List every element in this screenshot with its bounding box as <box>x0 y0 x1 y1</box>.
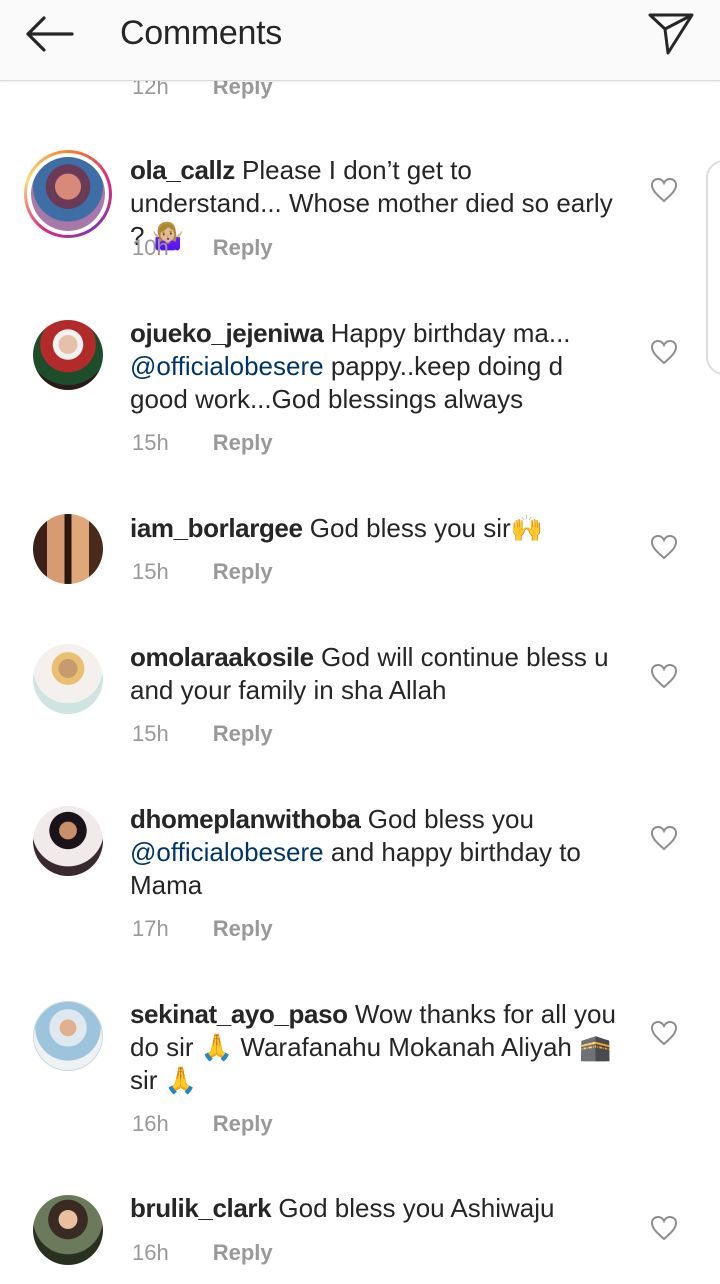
avatar[interactable] <box>33 1001 103 1071</box>
comment-message: God bless you sir🙌 <box>309 513 544 543</box>
comment-meta: 15h Reply <box>132 721 273 747</box>
timestamp: 17h <box>132 916 169 941</box>
avatar[interactable] <box>33 806 103 876</box>
heart-outline-icon[interactable] <box>650 663 678 689</box>
username[interactable]: ojueko_jejeniwa <box>130 318 324 348</box>
comment-text: iam_borlargee God bless you sir🙌 <box>130 512 620 545</box>
timestamp: 10h <box>132 235 169 260</box>
heart-outline-icon[interactable] <box>650 825 678 851</box>
timestamp: 15h <box>132 559 169 584</box>
comment-text: dhomeplanwithoba God bless you @official… <box>130 803 620 902</box>
share-button[interactable] <box>642 8 700 58</box>
username[interactable]: dhomeplanwithoba <box>130 804 361 834</box>
heart-outline-icon[interactable] <box>650 1020 678 1046</box>
avatar[interactable] <box>33 320 103 390</box>
comment-text: ojueko_jejeniwa Happy birthday ma... @of… <box>130 317 620 416</box>
avatar[interactable] <box>33 514 103 584</box>
heart-outline-icon[interactable] <box>650 339 678 365</box>
mention-link[interactable]: @officialobesere <box>130 351 324 381</box>
username[interactable]: sekinat_ayo_paso <box>130 999 348 1029</box>
comment-meta: 10h Reply <box>132 235 273 261</box>
arrow-left-icon <box>26 16 74 52</box>
reply-button[interactable]: Reply <box>213 916 273 941</box>
reply-button[interactable]: Reply <box>213 721 273 746</box>
username[interactable]: ola_callz <box>130 155 235 185</box>
reply-button[interactable]: Reply <box>213 1111 273 1136</box>
top-bar: Comments <box>0 0 720 81</box>
heart-outline-icon[interactable] <box>650 177 678 203</box>
avatar[interactable] <box>33 644 103 714</box>
comment-message: Happy birthday ma... <box>330 318 571 348</box>
comment-text: sekinat_ayo_paso Wow thanks for all you … <box>130 998 620 1097</box>
reply-button[interactable]: Reply <box>213 1240 273 1265</box>
comment-meta: 15h Reply <box>132 559 273 585</box>
comment-message: God bless you <box>367 804 534 834</box>
comment-meta: 16h Reply <box>132 1111 273 1137</box>
comment-meta: 15h Reply <box>132 430 273 456</box>
reply-button[interactable]: Reply <box>213 559 273 584</box>
reply-button[interactable]: Reply <box>213 235 273 260</box>
paper-plane-icon <box>648 13 694 55</box>
reply-button[interactable]: Reply <box>213 430 273 455</box>
heart-outline-icon[interactable] <box>650 1215 678 1241</box>
timestamp: 15h <box>132 430 169 455</box>
page-title: Comments <box>120 14 282 52</box>
comment-message: God bless you Ashiwaju <box>278 1193 555 1223</box>
timestamp: 16h <box>132 1240 169 1265</box>
username[interactable]: iam_borlargee <box>130 513 303 543</box>
heart-outline-icon[interactable] <box>650 534 678 560</box>
comment-meta: 17h Reply <box>132 916 273 942</box>
comment-text: omolaraakosile God will continue bless u… <box>130 641 620 707</box>
comment-meta: 16h Reply <box>132 1240 273 1266</box>
username[interactable]: omolaraakosile <box>130 642 314 672</box>
timestamp: 16h <box>132 1111 169 1136</box>
username[interactable]: brulik_clark <box>130 1193 272 1223</box>
mention-link[interactable]: @officialobesere <box>130 837 324 867</box>
comment-list: ola_callz Please I don’t get to understa… <box>0 0 720 1284</box>
comment-text: brulik_clark God bless you Ashiwaju <box>130 1192 620 1225</box>
timestamp: 15h <box>132 721 169 746</box>
avatar[interactable] <box>33 1195 103 1265</box>
avatar[interactable] <box>24 150 112 238</box>
back-button[interactable] <box>18 10 78 58</box>
